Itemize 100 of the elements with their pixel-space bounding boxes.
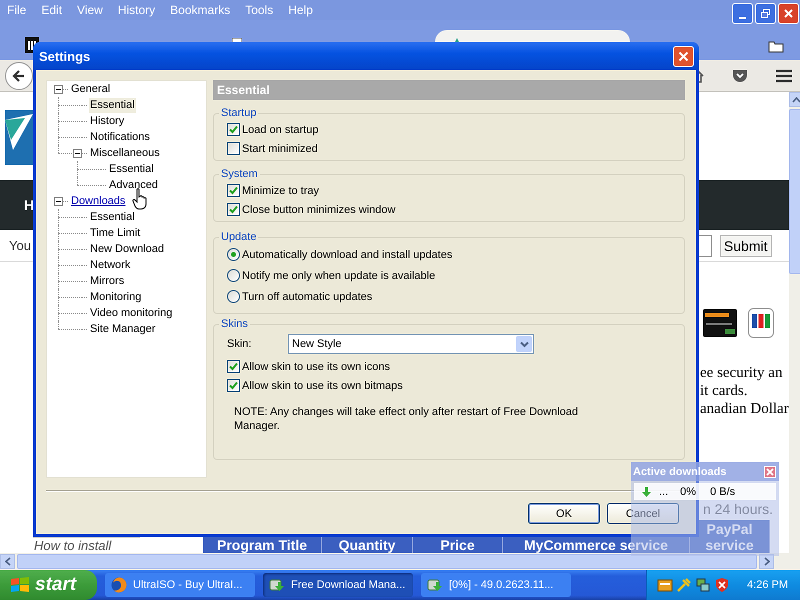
tree-item[interactable]: Essential	[108, 162, 155, 176]
minimize-button[interactable]	[732, 3, 753, 24]
globe-icon	[111, 577, 127, 593]
tree-item[interactable]: Notifications	[89, 130, 151, 144]
column-header: PayPal service	[690, 520, 770, 553]
menu-icon[interactable]	[776, 68, 792, 82]
download-row[interactable]: ... 0% 0 B/s	[634, 483, 776, 500]
collapse-toggle[interactable]	[54, 196, 63, 206]
checkbox-label: Allow skin to use its own icons	[242, 360, 390, 372]
tree-item[interactable]: Mirrors	[89, 274, 126, 288]
horizontal-scrollbar[interactable]	[0, 553, 800, 570]
progress-percent: 0%	[680, 486, 696, 498]
form-label: You	[9, 238, 31, 253]
note-text: NOTE: Any changes will take effect only after restart of Free Download Manager.	[234, 405, 580, 433]
tray-network-icon[interactable]	[695, 577, 712, 593]
checkbox[interactable]	[227, 379, 240, 392]
checkbox[interactable]	[227, 123, 240, 136]
tree-item[interactable]: Essential	[89, 210, 136, 224]
restore-icon	[760, 8, 771, 19]
close-button[interactable]	[673, 46, 694, 66]
clock: 4:26 PM	[747, 579, 788, 591]
start-button[interactable]: start	[0, 570, 97, 600]
back-button[interactable]	[5, 62, 33, 90]
download-arrow-icon	[642, 486, 651, 496]
taskbar-button[interactable]: UltraISO - Buy UltraI...	[105, 573, 255, 597]
tree-item[interactable]: Video monitoring	[89, 306, 174, 320]
install-link[interactable]: How to install	[33, 537, 140, 553]
close-icon	[783, 8, 794, 19]
download-speed: 0 B/s	[710, 486, 736, 498]
tree-item[interactable]: Essential	[89, 98, 136, 112]
taskbar-button[interactable]: Free Download Mana...	[263, 573, 413, 597]
chevron-right-icon	[764, 557, 770, 566]
window-title: Settings	[39, 48, 90, 64]
submit-button[interactable]: Submit	[720, 234, 772, 256]
group-title: Startup	[220, 107, 258, 120]
hand-cursor-icon	[132, 188, 148, 210]
radio-button[interactable]	[227, 248, 240, 261]
collapse-toggle[interactable]	[54, 84, 63, 94]
shield-icon[interactable]	[714, 577, 730, 593]
checkbox-label: Start minimized	[242, 142, 318, 154]
scroll-left-button[interactable]	[0, 554, 15, 569]
scroll-right-button[interactable]	[759, 554, 774, 569]
logo-drawing	[5, 110, 33, 165]
page-text: n 24 hours.	[703, 500, 774, 518]
caret-icon	[520, 340, 528, 348]
taskbar-button[interactable]: [0%] - 49.0.2623.11...	[421, 573, 571, 597]
collapse-toggle[interactable]	[73, 148, 82, 158]
group-title: Skins	[220, 318, 249, 331]
back-arrow-icon	[12, 68, 26, 82]
radio-button[interactable]	[227, 269, 240, 282]
tree-item[interactable]: General	[70, 82, 112, 96]
dialog-button[interactable]: OK	[528, 503, 600, 524]
restore-button[interactable]	[755, 3, 776, 24]
nav-text: H	[24, 197, 34, 213]
scroll-up-button[interactable]	[788, 92, 800, 107]
page-text: anadian Dollar	[700, 400, 789, 418]
checkbox[interactable]	[227, 360, 240, 373]
group-title: System	[220, 168, 259, 181]
skin-dropdown[interactable]: New Style	[288, 334, 534, 354]
chevron-up-icon	[792, 96, 800, 102]
tray-app-icon[interactable]	[657, 577, 674, 593]
credit-card-icon	[702, 308, 737, 336]
close-icon	[766, 468, 774, 476]
section-header: Essential	[213, 80, 685, 100]
radio-button[interactable]	[227, 290, 240, 303]
downloader-icon	[269, 577, 285, 593]
radio-label: Notify me only when update is available	[242, 270, 436, 282]
tree-item[interactable]: Miscellaneous	[89, 146, 161, 160]
checkbox[interactable]	[227, 184, 240, 197]
tree-item[interactable]: New Download	[89, 242, 165, 256]
credit-card-icon	[748, 308, 774, 338]
tree-item[interactable]: Downloads	[70, 194, 126, 208]
tree-item[interactable]: History	[89, 114, 126, 128]
tree-item[interactable]: Time Limit	[89, 226, 142, 240]
close-icon	[678, 50, 689, 62]
folder-icon[interactable]	[768, 40, 784, 53]
checkbox[interactable]	[227, 142, 240, 155]
scroll-thumb[interactable]	[17, 554, 757, 569]
tree-item[interactable]: Site Manager	[89, 322, 156, 336]
tree-item[interactable]: Monitoring	[89, 290, 142, 304]
checkbox-label: Minimize to tray	[242, 184, 320, 196]
vertical-scrollbar[interactable]	[788, 92, 800, 553]
page-text: ee security an	[700, 364, 784, 382]
downloader-icon	[427, 577, 443, 593]
tree-item[interactable]: Advanced	[108, 178, 159, 192]
checkbox-label: Load on startup	[242, 124, 318, 136]
pocket-icon[interactable]	[732, 68, 748, 82]
close-button[interactable]	[778, 3, 799, 24]
dialog-button[interactable]: Cancel	[607, 503, 679, 524]
tree-item[interactable]: Network	[89, 258, 132, 272]
checkbox[interactable]	[227, 203, 240, 216]
page-text: it cards.	[700, 382, 748, 400]
radio-label: Automatically download and install updates	[242, 248, 452, 260]
group-title: Update	[220, 231, 258, 244]
popup-title: Active downloads	[633, 466, 727, 478]
checkbox-label: Allow skin to use its own bitmaps	[242, 380, 403, 392]
scroll-thumb[interactable]	[789, 109, 800, 274]
field-label: Skin:	[227, 338, 252, 350]
chevron-left-icon	[4, 557, 10, 566]
close-button[interactable]	[764, 466, 776, 478]
